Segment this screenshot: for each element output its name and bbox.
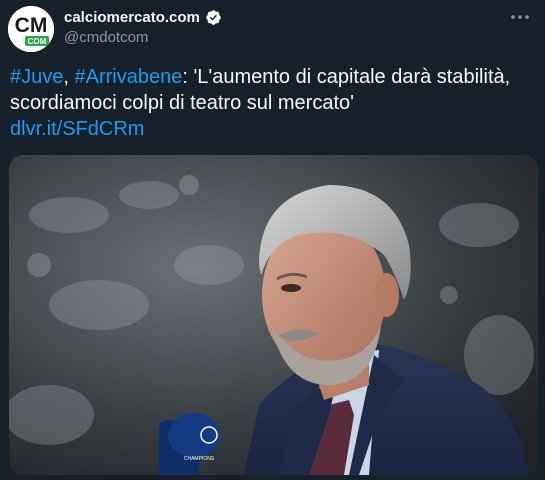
verified-badge-icon bbox=[205, 9, 222, 26]
hashtag-arrivabene[interactable]: #Arrivabene bbox=[75, 66, 183, 88]
tweet-link[interactable]: dlvr.it/SFdCRm bbox=[10, 118, 144, 140]
logo-text-bottom: COM bbox=[28, 37, 47, 46]
hashtag-separator: , bbox=[63, 66, 75, 88]
hashtag-juve[interactable]: #Juve bbox=[10, 66, 63, 88]
user-name-row: calciomercato.com bbox=[64, 9, 222, 26]
photo-man-in-suit: CHAMPIONS bbox=[9, 155, 538, 475]
more-options-icon[interactable] bbox=[507, 4, 533, 30]
calciomercato-logo: CM COM bbox=[8, 6, 54, 52]
display-name[interactable]: calciomercato.com bbox=[64, 9, 200, 26]
mic-logo-text: CHAMPIONS bbox=[184, 456, 215, 462]
logo-text-top: CM bbox=[15, 14, 48, 37]
tweet-text: #Juve, #Arrivabene: 'L'aumento di capita… bbox=[10, 64, 530, 142]
tweet-media-image[interactable]: CHAMPIONS bbox=[9, 155, 538, 475]
user-handle[interactable]: @cmdotcom bbox=[64, 29, 148, 46]
avatar[interactable]: CM COM bbox=[8, 6, 54, 52]
